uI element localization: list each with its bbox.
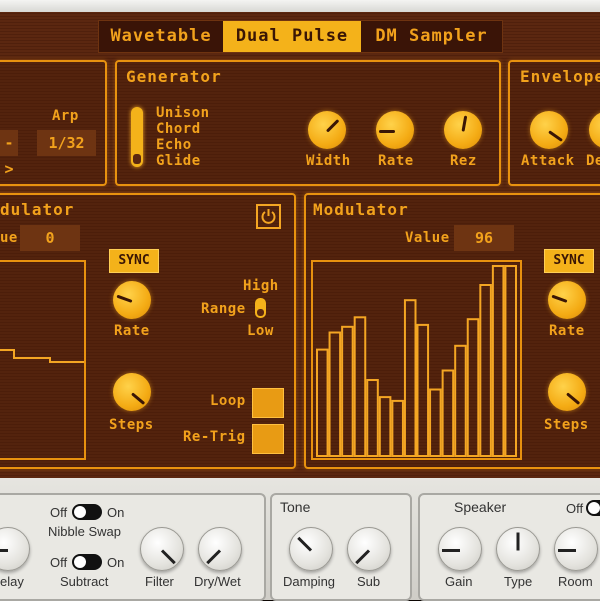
top-chrome (0, 0, 600, 12)
width-knob[interactable] (308, 111, 346, 149)
step-bar[interactable] (316, 348, 329, 457)
step-bar[interactable] (366, 379, 379, 457)
room-label: Room (558, 574, 593, 589)
modulator-left-steps-knob[interactable] (113, 373, 151, 411)
step-bar[interactable] (328, 331, 342, 457)
rez-label: Rez (450, 153, 477, 169)
step-bar[interactable] (341, 325, 354, 457)
rate-label: Rate (378, 153, 414, 169)
retrig-button[interactable] (252, 424, 284, 454)
decay-label: De (586, 153, 600, 169)
tone-title: Tone (280, 499, 311, 515)
mode-chord[interactable]: Chord (156, 121, 201, 137)
mode-unison[interactable]: Unison (156, 105, 210, 121)
modulator-right-steps-knob[interactable] (548, 373, 586, 411)
arp-label: Arp (52, 108, 79, 124)
dry-wet-knob[interactable] (198, 527, 242, 571)
step-bar[interactable] (479, 284, 492, 457)
arp-direction-field[interactable]: -> (0, 130, 18, 178)
step-bar[interactable] (391, 399, 404, 457)
speaker-off-label: Off (566, 501, 584, 516)
step-bar[interactable] (416, 323, 430, 458)
modulator-left-value-field[interactable]: 0 (20, 225, 80, 251)
range-high-label: High (243, 278, 279, 294)
width-label: Width (306, 153, 351, 169)
modulator-left-rate-label: Rate (114, 323, 150, 339)
subtract-label: Subtract (60, 574, 109, 589)
loop-label: Loop (210, 393, 246, 409)
rate-knob[interactable] (376, 111, 414, 149)
step-bar[interactable] (491, 265, 505, 457)
loop-button[interactable] (252, 388, 284, 418)
speaker-toggle[interactable] (586, 500, 600, 516)
type-label: Type (504, 574, 533, 589)
modulator-right-rate-label: Rate (549, 323, 585, 339)
filter-knob[interactable] (140, 527, 184, 571)
nibble-swap-toggle[interactable] (72, 504, 102, 520)
step-bar[interactable] (353, 316, 367, 457)
subtract-on-label: On (107, 555, 125, 570)
modulator-left-graph[interactable] (0, 260, 86, 460)
rez-knob[interactable] (444, 111, 482, 149)
nibble-off-label: Off (50, 505, 68, 520)
dry-wet-label: Dry/Wet (194, 574, 241, 589)
generator-title: Generator (126, 67, 222, 86)
damping-label: Damping (283, 574, 336, 589)
retrig-label: Re-Trig (183, 429, 246, 445)
range-switch[interactable] (255, 298, 266, 318)
delay-label: elay (0, 574, 24, 589)
type-knob[interactable] (496, 527, 540, 571)
attack-knob[interactable] (530, 111, 568, 149)
range-switch-thumb[interactable] (257, 309, 264, 316)
modulator-left-sync-button[interactable]: SYNC (109, 249, 159, 273)
modulator-left-value-label: ue (0, 230, 18, 246)
modulator-left-steps-label: Steps (109, 417, 154, 433)
step-bar[interactable] (378, 396, 392, 458)
nibble-swap-label: Nibble Swap (48, 524, 121, 539)
filter-label: Filter (145, 574, 174, 589)
step-bar[interactable] (429, 388, 442, 457)
sub-knob[interactable] (347, 527, 391, 571)
modulator-right-value-label: Value (405, 230, 450, 246)
power-button[interactable] (256, 204, 281, 229)
range-low-label: Low (247, 323, 274, 339)
tab-dual-pulse[interactable]: Dual Pulse (223, 21, 361, 52)
modulator-right-rate-knob[interactable] (548, 281, 586, 319)
modulator-right-sync-button[interactable]: SYNC (544, 249, 594, 273)
envelope-title: Envelope (520, 67, 600, 86)
speaker-title: Speaker (454, 499, 507, 515)
modulator-right-steps-label: Steps (544, 417, 589, 433)
step-bar[interactable] (466, 318, 480, 458)
gain-label: Gain (445, 574, 473, 589)
damping-knob[interactable] (289, 527, 333, 571)
mode-selector-slider[interactable] (131, 107, 143, 167)
tab-wavetable[interactable]: Wavetable (99, 21, 223, 52)
modulator-right-graph[interactable] (311, 260, 522, 460)
mode-echo[interactable]: Echo (156, 137, 192, 153)
power-icon (261, 209, 276, 224)
engine-tabs: Wavetable Dual Pulse DM Sampler (98, 20, 503, 53)
modulator-right-value-field[interactable]: 96 (454, 225, 514, 251)
sub-label: Sub (357, 574, 381, 589)
modulator-left-title: dulator (0, 200, 75, 219)
modulator-right-steps (316, 265, 517, 458)
step-bar[interactable] (504, 265, 517, 457)
modulator-left-steps (0, 349, 84, 363)
subtract-toggle[interactable] (72, 554, 102, 570)
step-bar[interactable] (441, 369, 455, 457)
nibble-on-label: On (107, 505, 125, 520)
mode-glide[interactable]: Glide (156, 153, 201, 169)
range-label: Range (201, 301, 246, 317)
arp-rate-field[interactable]: 1/32 (37, 130, 96, 156)
step-bar[interactable] (403, 299, 417, 458)
room-knob[interactable] (554, 527, 598, 571)
step-bar[interactable] (454, 344, 467, 457)
modulator-right-title: Modulator (313, 200, 409, 219)
gain-knob[interactable] (438, 527, 482, 571)
subtract-off-label: Off (50, 555, 68, 570)
tab-dm-sampler[interactable]: DM Sampler (361, 21, 502, 52)
mode-selector-thumb[interactable] (133, 154, 141, 164)
attack-label: Attack (521, 153, 575, 169)
modulator-left-rate-knob[interactable] (113, 281, 151, 319)
